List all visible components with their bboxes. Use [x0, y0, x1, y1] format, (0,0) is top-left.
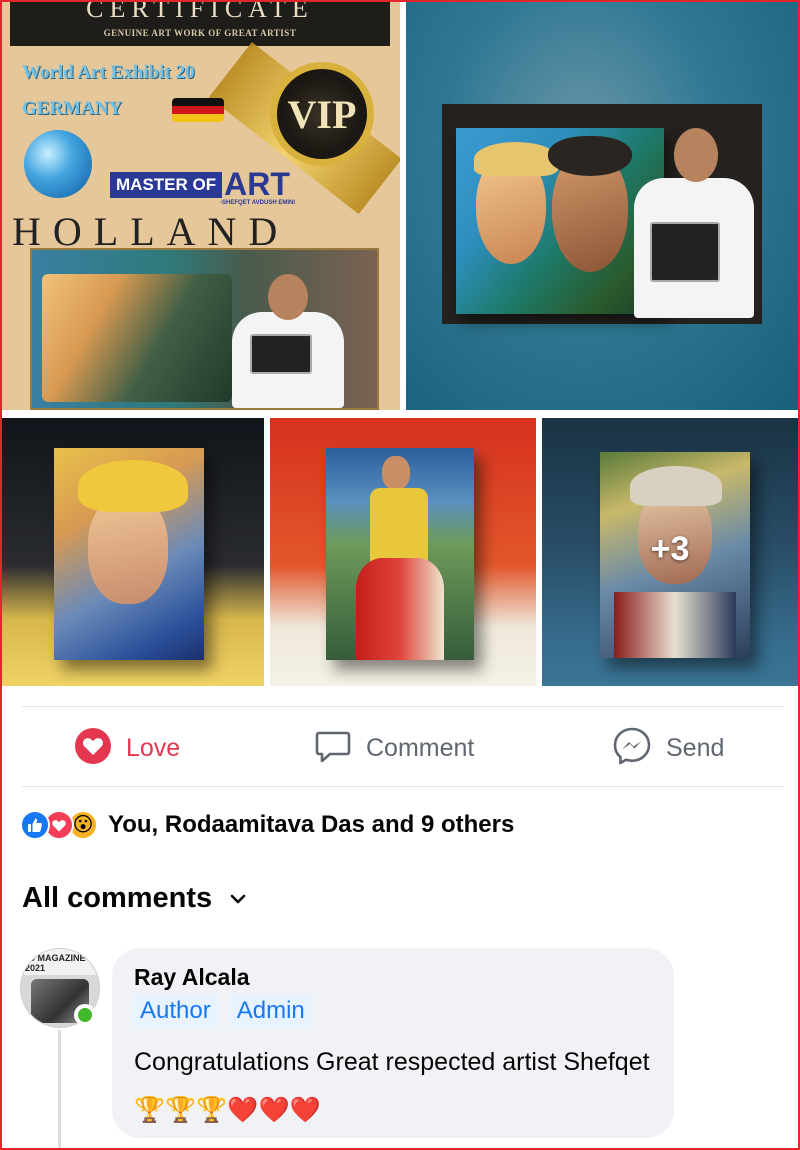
woman-hat	[474, 142, 558, 176]
man-hair	[548, 136, 632, 176]
comment-label: Comment	[366, 733, 475, 762]
author-badge: Author	[132, 994, 219, 1028]
certificate-header: CERTIFICATE GENUINE ART WORK OF GREAT AR…	[10, 2, 390, 46]
certificate-subtitle: GENUINE ART WORK OF GREAT ARTIST	[103, 28, 297, 38]
figure-head	[382, 456, 410, 490]
exhibit-title: World Art Exhibit 20	[22, 62, 195, 83]
reaction-names[interactable]: You, Rodaamitava Das and 9 others	[108, 811, 514, 839]
all-comments-dropdown[interactable]: All comments	[22, 882, 248, 915]
love-heart-icon	[74, 727, 112, 770]
portrait-hat	[78, 460, 188, 512]
all-comments-label: All comments	[22, 882, 213, 914]
exhibit-country: GERMANY	[22, 98, 123, 119]
send-button[interactable]: Send	[612, 724, 724, 772]
artist-head	[674, 128, 718, 182]
chevron-down-icon	[228, 892, 248, 906]
divider-top	[22, 706, 784, 707]
award-plaque	[650, 222, 720, 282]
comment-text: Congratulations Great respected artist S…	[134, 1048, 650, 1124]
photo-artist-with-painting[interactable]	[406, 2, 798, 410]
comment-button[interactable]: Comment	[314, 724, 474, 772]
love-label: Love	[126, 733, 181, 762]
painting-woman-yellow-hat	[54, 448, 204, 660]
vip-label: VIP	[287, 91, 357, 137]
master-of-art-logo: MASTER OF ART	[110, 166, 290, 203]
painting-woman-red-dress	[326, 448, 474, 660]
comment-bubble[interactable]: Ray Alcala Author Admin Congratulations …	[112, 948, 674, 1138]
portrait-shirt	[614, 592, 736, 658]
art-label: ART	[224, 166, 290, 202]
like-reaction-icon	[20, 810, 50, 840]
divider-bottom	[22, 786, 784, 787]
figure-jacket	[370, 488, 428, 564]
admin-badge: Admin	[228, 994, 313, 1028]
commenter-badges: Author Admin	[132, 994, 323, 1028]
globe-icon	[24, 130, 92, 198]
wow-emoji: 😮	[72, 814, 94, 836]
artist-head	[268, 274, 308, 320]
germany-flag-icon	[172, 98, 224, 122]
vip-badge: VIP	[270, 62, 374, 166]
photo-painting-woman-portrait[interactable]	[2, 418, 264, 686]
artist-photo-inset	[30, 248, 379, 410]
painting-two-faces	[42, 274, 232, 402]
award-plaque	[250, 334, 312, 374]
send-label: Send	[666, 733, 725, 762]
certificate-title: CERTIFICATE	[86, 2, 314, 23]
photo-certificate[interactable]: CERTIFICATE GENUINE ART WORK OF GREAT AR…	[2, 2, 400, 410]
painting-couple	[456, 128, 664, 314]
love-button[interactable]: Love	[74, 724, 180, 772]
photo-painting-man-portrait[interactable]: +3	[542, 418, 798, 686]
comment-bubble-icon	[314, 727, 352, 770]
more-photos-count[interactable]: +3	[542, 530, 798, 569]
photo-painting-woman-dress[interactable]	[270, 418, 536, 686]
master-of-label: MASTER OF	[110, 171, 223, 198]
reactions-summary[interactable]: 😮 You, Rodaamitava Das and 9 others	[20, 810, 514, 840]
thread-line	[58, 1030, 61, 1148]
figure-dress	[356, 558, 444, 660]
online-status-dot	[74, 1004, 96, 1026]
commenter-name[interactable]: Ray Alcala	[134, 964, 250, 991]
portrait-cap	[630, 466, 722, 506]
artist-name: -SHEFQET AVDUSH EMINI	[220, 200, 296, 206]
avatar-magazine-text: 00 MAGAZINE 2021	[25, 953, 86, 973]
messenger-icon	[612, 726, 652, 771]
